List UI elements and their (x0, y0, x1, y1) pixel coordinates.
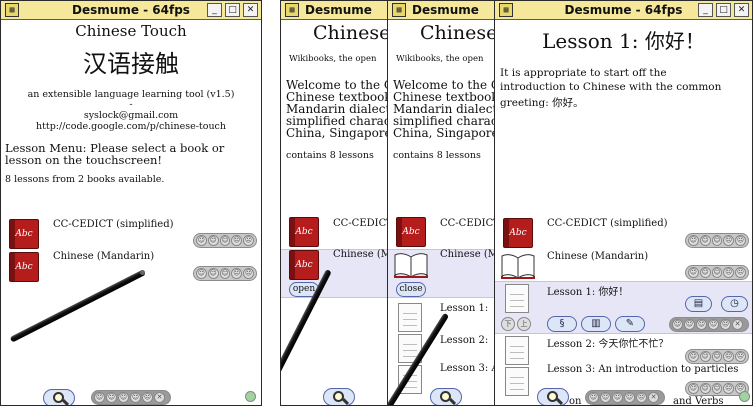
intro-line-3: greeting: 你好。 (500, 97, 584, 109)
document-icon[interactable] (505, 336, 529, 365)
book-text-icon[interactable]: ▥ (581, 316, 611, 332)
open-book-icon[interactable] (501, 253, 535, 279)
app-menu-icon[interactable]: ▦ (392, 3, 406, 17)
close-icon[interactable]: ✕ (243, 3, 258, 17)
emulator-window-1: ▦ Desmume - 64fps _ □ ✕ Chinese Touch 汉语… (0, 0, 262, 406)
emulator-window-4: ▦ Desmume - 64fps _ □ ✕ Lesson 1: 你好！ It… (494, 0, 753, 406)
project-url: http://code.google.com/p/chinese-touch (35, 121, 227, 132)
grammar-icon[interactable]: § (547, 316, 577, 332)
lesson-label-1[interactable]: Lesson 1: 你好！ (547, 283, 628, 298)
book-icon[interactable]: Abc (289, 250, 319, 280)
window-title: Desmume (412, 3, 479, 17)
minimize-icon[interactable]: _ (207, 3, 222, 17)
app-title-chinese: 汉语接触 (83, 50, 179, 78)
search-icon[interactable] (430, 388, 462, 405)
title-bar: ▦ Desmume - 64fps _ □ ✕ (1, 1, 261, 20)
app-menu-icon[interactable]: ▦ (285, 3, 299, 17)
menu-instructions-line-2: lesson on the touchscreen! (5, 153, 163, 167)
intro-line-2: introduction to Chinese with the common (500, 81, 722, 93)
exercise-icon[interactable]: ✎ (615, 316, 645, 332)
lesson-label-2[interactable]: Lesson 2: 今天你忙不忙？ (547, 335, 668, 350)
clock-icon[interactable]: ◷ (721, 296, 748, 312)
maximize-icon[interactable]: □ (225, 3, 240, 17)
lesson-count: contains 8 lessons (393, 150, 481, 161)
welcome-line-5: China, Singapore (286, 126, 392, 140)
smiley-rating-icon[interactable]: ☺ ☺ ☺ ☺ ☹ ✕ (91, 390, 171, 405)
lesson-label-partial-2: and Verbs (673, 396, 724, 405)
lesson-count: contains 8 lessons (286, 150, 374, 161)
separator-dash: - (129, 99, 133, 110)
emulator-window-3: ▦ Desmume Chinese Wikibooks, the open We… (387, 0, 497, 406)
book-icon[interactable]: Abc (503, 218, 533, 248)
book-icon[interactable]: Abc (9, 252, 39, 282)
smiley-rating-icon[interactable]: ☺ ☺ ☺ ☹ ☹ (193, 266, 257, 281)
book-label-cedict[interactable]: CC-CEDICT (440, 218, 496, 229)
book-label-mandarin[interactable]: Chinese (M (440, 249, 496, 260)
search-icon[interactable] (323, 388, 355, 405)
open-book-icon[interactable] (394, 252, 428, 278)
book-icon[interactable]: Abc (9, 219, 39, 249)
email: syslock@gmail.com (83, 110, 179, 121)
book-label-mandarin[interactable]: Chinese (Mandarin) (53, 251, 154, 262)
welcome-line-5: China, Singapore (393, 126, 496, 140)
book-icon[interactable]: Abc (396, 217, 426, 247)
lesson-label-2[interactable]: Lesson 2: (440, 335, 488, 346)
book-label-cedict[interactable]: CC-CEDICT (simplified) (53, 219, 174, 230)
book-label-cedict[interactable]: CC-CEDICT (333, 218, 393, 229)
book-label-cedict[interactable]: CC-CEDICT (simplified) (547, 218, 668, 229)
smiley-rating-icon[interactable]: ☺ ☺ ☺ ☹ ☹ (685, 233, 749, 248)
title-bar: ▦ Desmume - 64fps _ □ ✕ (495, 1, 752, 20)
source-line: Wikibooks, the open (396, 54, 484, 64)
lesson-label-3[interactable]: Lesson 3: A (440, 363, 496, 374)
green-status-icon[interactable] (245, 391, 256, 402)
lesson-heading: Lesson 1: 你好！ (542, 29, 705, 53)
minimize-icon[interactable]: _ (698, 3, 713, 17)
search-icon[interactable] (537, 388, 569, 405)
touch-screen: Lesson 1: 你好！ It is appropriate to start… (495, 20, 752, 405)
book-heading: Chinese (420, 22, 496, 44)
smiley-rating-icon[interactable]: ☺ ☺ ☺ ☹ ☹ (685, 349, 749, 364)
search-icon[interactable] (43, 389, 75, 405)
document-icon[interactable] (398, 303, 422, 332)
app-title: Chinese Touch (75, 22, 187, 40)
book-icon[interactable]: Abc (289, 217, 319, 247)
notes-icon[interactable]: ▤ (685, 296, 712, 312)
book-label-mandarin[interactable]: Chinese (Mandarin) (547, 251, 648, 262)
close-icon[interactable]: ✕ (734, 3, 749, 17)
lesson-label-1[interactable]: Lesson 1: (440, 303, 488, 314)
close-button[interactable]: close (396, 282, 426, 297)
smiley-rating-icon[interactable]: ☺ ☺ ☺ ☹ ☹ (193, 233, 257, 248)
book-heading: Chinese (313, 22, 391, 44)
back-icon[interactable]: 下 (501, 317, 515, 331)
book-label-mandarin[interactable]: Chinese (M (333, 249, 391, 260)
forward-icon[interactable]: 上 (517, 317, 531, 331)
lesson-label-3[interactable]: Lesson 3: An introduction to particles (547, 364, 738, 375)
lesson-label-partial-1: on (569, 396, 582, 405)
document-icon[interactable] (505, 367, 529, 396)
document-icon[interactable] (505, 284, 529, 313)
maximize-icon[interactable]: □ (716, 3, 731, 17)
title-bar: ▦ Desmume (388, 1, 496, 20)
smiley-rating-icon[interactable]: ☺ ☺ ☺ ☺ ☹ ✕ (669, 317, 749, 332)
stylus-tip (140, 270, 145, 275)
green-status-icon[interactable] (739, 391, 750, 402)
smiley-rating-icon[interactable]: ☺ ☺ ☺ ☹ ☹ (685, 265, 749, 280)
book-count: 8 lessons from 2 books available. (5, 174, 165, 185)
touch-screen: Chinese Wikibooks, the open Welcome to t… (388, 20, 496, 405)
source-line: Wikibooks, the open (289, 54, 377, 64)
smiley-rating-icon[interactable]: ☺ ☺ ☺ ☺ ☹ ✕ (585, 390, 665, 405)
intro-line-1: It is appropriate to start off the (500, 67, 667, 79)
touch-screen: Chinese Touch 汉语接触 an extensible languag… (1, 20, 261, 405)
